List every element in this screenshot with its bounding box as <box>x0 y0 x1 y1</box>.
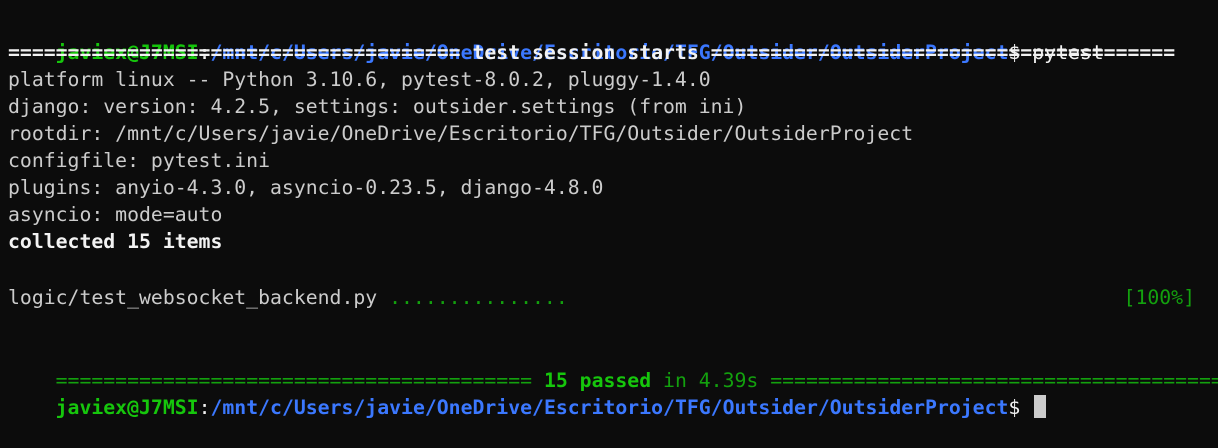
terminal-window[interactable]: javiex@J7MSI:/mnt/c/Users/javie/OneDrive… <box>0 0 1218 419</box>
prompt-line-1: javiex@J7MSI:/mnt/c/Users/javie/OneDrive… <box>8 12 1218 64</box>
summary-line: ========================================… <box>8 340 1218 392</box>
test-result-dots: ............... <box>389 286 568 309</box>
test-file-row: logic/test_websocket_backend.py ........… <box>8 284 1195 311</box>
summary-passed: 15 passed <box>543 369 652 392</box>
info-line-plugins: plugins: anyio-4.3.0, asyncio-0.23.5, dj… <box>8 176 604 199</box>
summary-left-rule: ======================================== <box>55 369 544 392</box>
prompt-symbol-2: $ <box>1008 396 1021 419</box>
prompt-user-host-2: javiex@J7MSI <box>55 396 199 419</box>
test-file-name: logic/test_websocket_backend.py <box>8 286 390 309</box>
info-line-platform: platform linux -- Python 3.10.6, pytest-… <box>8 68 711 91</box>
summary-time: in 4.39s <box>651 369 771 392</box>
info-line-asyncio: asyncio: mode=auto <box>8 203 223 226</box>
session-header: ====================================== t… <box>8 41 1176 64</box>
collected-items: collected 15 items <box>8 230 223 253</box>
test-progress: [100%] <box>1123 286 1195 309</box>
info-line-rootdir: rootdir: /mnt/c/Users/javie/OneDrive/Esc… <box>8 122 914 145</box>
summary-right-rule: ========================================… <box>770 369 1218 392</box>
info-line-django: django: version: 4.2.5, settings: outsid… <box>8 95 747 118</box>
text-cursor <box>1034 395 1047 418</box>
prompt-separator-2: : <box>198 396 211 419</box>
prompt-path-2: /mnt/c/Users/javie/OneDrive/Escritorio/T… <box>210 396 1009 419</box>
info-line-configfile: configfile: pytest.ini <box>8 149 271 172</box>
